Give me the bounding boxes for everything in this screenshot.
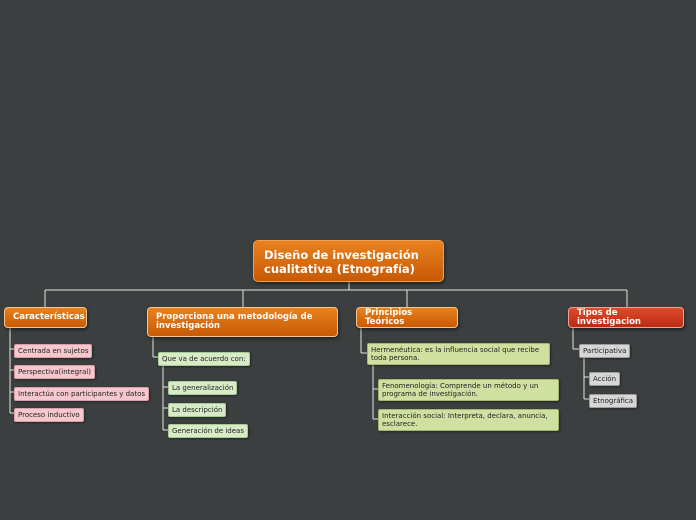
leaf-label: Interacción social: Interpreta, declara,…: [382, 412, 548, 428]
leaf-label: Fenomenología: Comprende un método y un …: [382, 382, 539, 398]
leaf-label: Proceso inductivo: [18, 411, 80, 419]
leaf-la-generalizacion[interactable]: La generalización: [168, 381, 238, 395]
leaf-accion[interactable]: Acción: [589, 372, 621, 386]
topic-tipos-de-investigacion[interactable]: Tipos de investigacion: [568, 307, 684, 328]
leaf-label: La descripción: [172, 406, 223, 414]
leaf-hermeneutica[interactable]: Hermenéutica: es la influencia social qu…: [367, 343, 550, 365]
topic-label: Proporciona una metodología de investiga…: [156, 312, 313, 331]
topic-principios-teoricos[interactable]: Principios Teóricos: [356, 307, 458, 328]
leaf-label: Participativa: [583, 347, 627, 355]
leaf-label: Interactúa con participantes y datos: [18, 390, 146, 398]
topic-label: Principios Teóricos: [365, 307, 413, 327]
topic-metodologia[interactable]: Proporciona una metodología de investiga…: [147, 307, 338, 337]
leaf-label: Acción: [593, 375, 617, 383]
leaf-generacion-de-ideas[interactable]: Generación de ideas: [168, 424, 248, 438]
leaf-label: Que va de acuerdo con:: [162, 355, 246, 363]
leaf-etnografica[interactable]: Etnográfica: [589, 394, 638, 408]
leaf-proceso-inductivo[interactable]: Proceso inductivo: [14, 408, 84, 422]
topic-label: Características: [13, 312, 85, 322]
root-topic[interactable]: Diseño de investigación cualitativa (Etn…: [253, 240, 444, 282]
leaf-interaccion-social[interactable]: Interacción social: Interpreta, declara,…: [378, 409, 559, 431]
leaf-label: Hermenéutica: es la influencia social qu…: [371, 346, 540, 362]
leaf-perspectiva[interactable]: Perspectiva(integral): [14, 365, 95, 379]
leaf-la-descripcion[interactable]: La descripción: [168, 403, 227, 417]
leaf-label: La generalización: [172, 384, 234, 392]
leaf-interactua[interactable]: Interactúa con participantes y datos: [14, 387, 150, 401]
leaf-centrada-en-sujetos[interactable]: Centrada en sujetos: [14, 344, 93, 358]
leaf-label: Perspectiva(integral): [18, 368, 91, 376]
topic-label: Tipos de investigacion: [577, 307, 641, 327]
leaf-participativa[interactable]: Participativa: [579, 344, 631, 358]
leaf-fenomenologia[interactable]: Fenomenología: Comprende un método y un …: [378, 379, 559, 401]
leaf-label: Etnográfica: [593, 397, 634, 405]
topic-caracteristicas[interactable]: Características: [4, 307, 87, 328]
leaf-label: Centrada en sujetos: [18, 347, 89, 355]
root-topic-label: Diseño de investigación cualitativa (Etn…: [264, 248, 419, 276]
leaf-label: Generación de ideas: [172, 427, 244, 435]
leaf-que-va-de-acuerdo[interactable]: Que va de acuerdo con:: [158, 352, 250, 366]
